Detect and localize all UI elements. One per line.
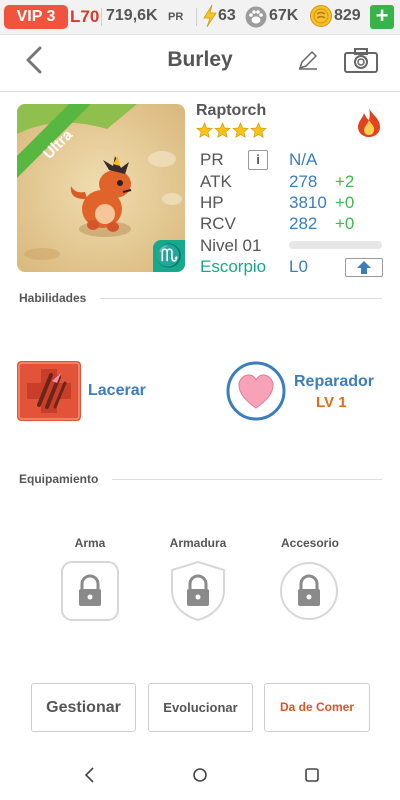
hp-bonus: +0	[335, 193, 355, 212]
star-rating	[196, 122, 268, 142]
xp-progress-bar	[289, 241, 382, 249]
skill-name-lacerate[interactable]: Lacerar	[88, 382, 146, 400]
power-rating-value: 719,6K	[106, 7, 158, 24]
star-icon	[196, 122, 213, 138]
skill-name-repair[interactable]: Reparador	[294, 373, 374, 391]
page-title: Burley	[167, 48, 233, 71]
star-icon	[232, 122, 249, 138]
lacerate-skill-icon[interactable]	[17, 361, 81, 421]
arrow-up-icon	[357, 261, 371, 274]
nav-back-icon[interactable]	[80, 765, 100, 785]
fire-element-icon	[358, 108, 380, 137]
atk-label: ATK	[200, 172, 232, 191]
paw-icon	[245, 6, 267, 28]
header-divider	[0, 91, 400, 92]
coin-icon	[310, 5, 332, 27]
atk-value: 278	[289, 172, 318, 191]
armor-slot-lock-icon[interactable]	[168, 560, 228, 622]
slot-label-accessory: Accesorio	[280, 536, 340, 550]
manage-button[interactable]: Gestionar	[31, 683, 136, 732]
zodiac-name: Escorpio	[200, 257, 267, 276]
evolve-button[interactable]: Evolucionar	[148, 683, 253, 732]
atk-bonus: +2	[335, 172, 355, 191]
nav-home-icon[interactable]	[190, 765, 210, 785]
heart-icon[interactable]	[226, 361, 286, 421]
rcv-value: 282	[289, 214, 318, 233]
zodiac-upgrade-button[interactable]	[345, 258, 383, 277]
pr-value: N/A	[289, 150, 318, 169]
slot-label-weapon: Arma	[74, 536, 106, 550]
hp-value: 3810	[289, 193, 327, 212]
skill-level: LV 1	[316, 394, 347, 411]
star-icon	[250, 122, 267, 138]
slot-label-armor: Armadura	[169, 536, 227, 550]
feed-button[interactable]: Da de Comer	[264, 683, 370, 732]
divider	[196, 8, 197, 26]
divider	[101, 8, 102, 26]
section-divider	[100, 298, 382, 299]
player-level: L70	[70, 7, 100, 26]
camera-icon[interactable]	[343, 46, 379, 74]
lightning-icon	[203, 5, 217, 27]
coin-value: 829	[334, 7, 361, 24]
level-label: Nivel 01	[200, 236, 262, 255]
info-button[interactable]: i	[248, 150, 268, 170]
equipment-section-title: Equipamiento	[19, 472, 99, 486]
pr-label: PR	[200, 150, 224, 169]
rcv-label: RCV	[200, 214, 236, 233]
skills-section-title: Habilidades	[19, 291, 87, 305]
star-icon	[214, 122, 231, 138]
edit-icon[interactable]	[296, 48, 320, 72]
add-currency-button[interactable]: +	[370, 5, 394, 29]
paw-value: 67K	[269, 7, 299, 24]
weapon-slot-lock-icon[interactable]	[60, 560, 120, 622]
zodiac-badge: ♏	[153, 240, 185, 272]
energy-value: 63	[218, 7, 236, 24]
nav-recent-apps-icon[interactable]	[302, 765, 322, 785]
section-divider	[112, 479, 382, 480]
power-rating-label: PR	[168, 11, 184, 23]
pet-species: Raptorch	[196, 102, 267, 119]
vip-badge[interactable]: VIP 3	[4, 5, 68, 29]
zodiac-level: L0	[289, 257, 308, 276]
rcv-bonus: +0	[335, 214, 355, 233]
hp-label: HP	[200, 193, 224, 212]
accessory-slot-lock-icon[interactable]	[279, 560, 339, 622]
